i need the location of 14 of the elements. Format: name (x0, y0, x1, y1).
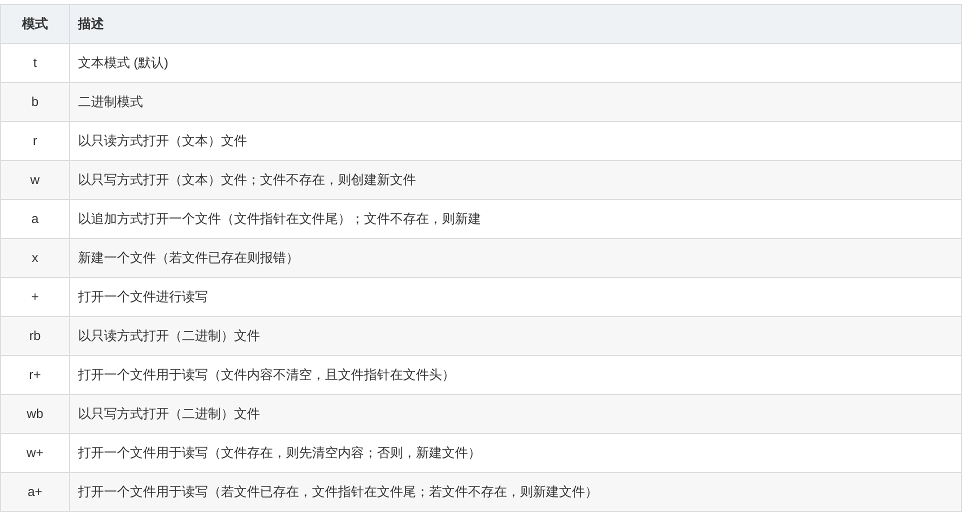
table-cell: 二进制模式 (70, 82, 962, 122)
table-cell: rb (0, 316, 70, 356)
table-cell: 新建一个文件（若文件已存在则报错） (70, 238, 962, 278)
table-cell: b (0, 82, 70, 122)
table-cell: 以只写方式打开（文本）文件；文件不存在，则创建新文件 (70, 160, 962, 200)
table-cell: 打开一个文件用于读写（若文件已存在，文件指针在文件尾；若文件不存在，则新建文件） (70, 472, 962, 512)
table-cell: w (0, 160, 70, 200)
table-cell: 以只读方式打开（二进制）文件 (70, 316, 962, 356)
table-cell: 以只写方式打开（二进制）文件 (70, 394, 962, 434)
table-cell: a+ (0, 472, 70, 512)
table-cell: x (0, 238, 70, 278)
column-header: 模式 (0, 4, 70, 44)
column-header: 描述 (70, 4, 962, 44)
table-cell: wb (0, 394, 70, 434)
